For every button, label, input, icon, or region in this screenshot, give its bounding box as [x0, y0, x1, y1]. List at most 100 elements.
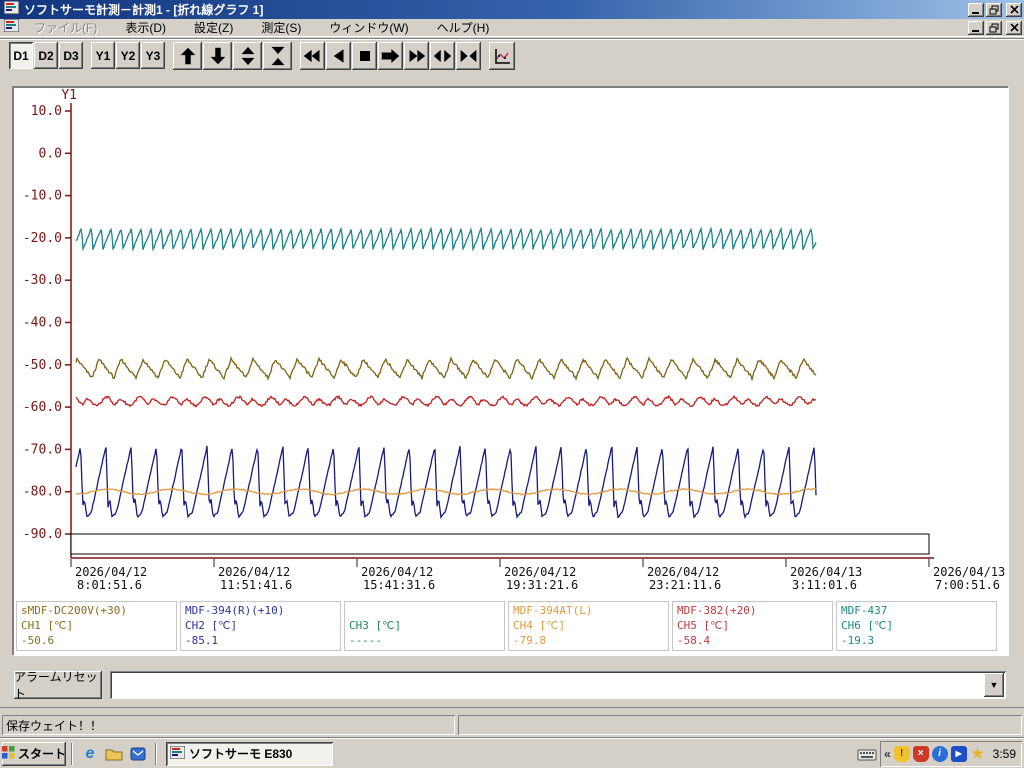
chevron-left-icon[interactable]: «	[884, 747, 891, 761]
svg-text:23:21:11.6: 23:21:11.6	[649, 578, 721, 592]
alarm-panel: アラームリセット ▼	[0, 660, 1024, 708]
legend-cell-ch3[interactable]: CH3 [℃]-----	[344, 601, 505, 651]
channel-legend: sMDF-DC200V(+30)CH1 [℃]-50.6 MDF-394(R)(…	[16, 601, 1006, 651]
alarm-reset-button[interactable]: アラームリセット	[14, 671, 102, 699]
legend-cell-ch1[interactable]: sMDF-DC200V(+30)CH1 [℃]-50.6	[16, 601, 177, 651]
compress-horizontal-button[interactable]	[456, 42, 481, 70]
expand-horizontal-button[interactable]	[430, 42, 455, 70]
svg-text:0.0: 0.0	[39, 146, 62, 161]
scroll-up-button[interactable]	[173, 42, 202, 70]
ch4-name: MDF-394AT(L)	[513, 603, 664, 618]
alarm-combobox[interactable]: ▼	[110, 671, 1006, 699]
mdi-minimize-button[interactable]	[968, 21, 984, 35]
scroll-down-button[interactable]	[203, 42, 232, 70]
ch5-name: MDF-382(+20)	[677, 603, 828, 618]
internet-explorer-icon[interactable]: e	[80, 744, 100, 764]
keyboard-icon[interactable]	[854, 743, 880, 765]
d1-button[interactable]: D1	[9, 42, 33, 69]
step-back-button[interactable]	[326, 42, 351, 70]
star-icon[interactable]: ★	[970, 746, 986, 762]
svg-text:15:41:31.6: 15:41:31.6	[363, 578, 435, 592]
y2-button[interactable]: Y2	[116, 42, 140, 69]
svg-text:2026/04/12: 2026/04/12	[75, 565, 147, 579]
menu-file[interactable]: ファイル(F)	[27, 18, 104, 37]
menu-measure[interactable]: 測定(S)	[254, 18, 308, 37]
svg-text:-80.0: -80.0	[23, 485, 62, 500]
mdi-restore-button[interactable]	[986, 21, 1002, 35]
legend-cell-ch4[interactable]: MDF-394AT(L)CH4 [℃]-79.8	[508, 601, 669, 651]
expand-vertical-button[interactable]	[233, 42, 262, 70]
svg-text:10.0: 10.0	[31, 104, 62, 119]
menu-help[interactable]: ヘルプ(H)	[430, 18, 497, 37]
compress-vertical-button[interactable]	[263, 42, 292, 70]
triangles-out-vertical-icon	[237, 45, 259, 67]
outlook-icon[interactable]	[128, 744, 148, 764]
window-title: ソフトサーモ計測－計測1 - [折れ線グラフ 1]	[24, 1, 966, 18]
status-message: 保存ウェイト！！	[2, 715, 455, 735]
start-button[interactable]: スタート	[2, 742, 66, 766]
info-balloon-icon[interactable]: i	[932, 746, 948, 762]
app-icon	[170, 746, 185, 762]
svg-text:2026/04/13: 2026/04/13	[933, 565, 1005, 579]
legend-cell-ch6[interactable]: MDF-437CH6 [℃]-19.3	[836, 601, 997, 651]
arrow-up-icon	[177, 45, 199, 67]
svg-text:3:11:01.6: 3:11:01.6	[792, 578, 857, 592]
menu-view[interactable]: 表示(D)	[118, 18, 173, 37]
legend-cell-ch5[interactable]: MDF-382(+20)CH5 [℃]-58.4	[672, 601, 833, 651]
ch6-value: -19.3	[841, 633, 992, 648]
double-right-icon	[406, 47, 427, 65]
folder-icon[interactable]	[104, 744, 124, 764]
mini-chart-icon	[492, 46, 512, 66]
task-button-softthermo[interactable]: ソフトサーモ E830	[166, 742, 333, 766]
alarm-combobox-field[interactable]	[110, 671, 1006, 699]
status-bar: 保存ウェイト！！	[0, 712, 1024, 738]
title-bar: ソフトサーモ計測－計測1 - [折れ線グラフ 1]	[0, 0, 1024, 19]
triangles-out-horizontal-icon	[432, 47, 453, 65]
y3-button[interactable]: Y3	[141, 42, 165, 69]
d3-button[interactable]: D3	[59, 42, 83, 69]
y1-button[interactable]: Y1	[91, 42, 115, 69]
svg-text:8:01:51.6: 8:01:51.6	[77, 578, 142, 592]
ch1-label: CH1 [℃]	[21, 618, 172, 633]
svg-text:Y1: Y1	[61, 88, 77, 103]
security-error-icon[interactable]: ×	[913, 746, 929, 762]
close-button[interactable]	[1006, 3, 1022, 17]
d2-button[interactable]: D2	[34, 42, 58, 69]
play-forward-button[interactable]	[378, 42, 403, 70]
restore-button[interactable]	[986, 3, 1002, 17]
combobox-dropdown-button[interactable]: ▼	[984, 673, 1004, 697]
fast-forward-button[interactable]	[404, 42, 429, 70]
legend-cell-ch2[interactable]: MDF-394(R)(+10)CH2 [℃]-85.1	[180, 601, 341, 651]
svg-text:2026/04/12: 2026/04/12	[647, 565, 719, 579]
menu-settings[interactable]: 設定(Z)	[187, 18, 240, 37]
ch2-value: -85.1	[185, 633, 336, 648]
svg-text:-20.0: -20.0	[23, 231, 62, 246]
stop-button[interactable]	[352, 42, 377, 70]
svg-text:-30.0: -30.0	[23, 273, 62, 288]
svg-text:-70.0: -70.0	[23, 442, 62, 457]
stop-square-icon	[357, 48, 373, 64]
menu-window[interactable]: ウィンドウ(W)	[322, 18, 415, 37]
taskbar-separator	[71, 743, 73, 765]
svg-text:2026/04/12: 2026/04/12	[504, 565, 576, 579]
taskbar-clock: 3:59	[993, 747, 1016, 761]
taskbar-separator	[155, 743, 157, 765]
media-play-icon[interactable]: ▶	[951, 746, 967, 762]
mdi-child-icon[interactable]	[4, 19, 19, 37]
security-warning-icon[interactable]: !	[894, 746, 910, 762]
svg-text:-50.0: -50.0	[23, 358, 62, 373]
arrow-down-icon	[207, 45, 229, 67]
ch5-value: -58.4	[677, 633, 828, 648]
ch6-name: MDF-437	[841, 603, 992, 618]
minimize-button[interactable]	[968, 3, 984, 17]
svg-text:19:31:21.6: 19:31:21.6	[506, 578, 578, 592]
svg-text:11:51:41.6: 11:51:41.6	[220, 578, 292, 592]
ch3-label: CH3 [℃]	[349, 618, 500, 633]
arrow-right-icon	[380, 47, 401, 65]
line-graph-panel: Y110.00.0-10.0-20.0-30.0-40.0-50.0-60.0-…	[12, 86, 1009, 656]
rewind-button[interactable]	[300, 42, 325, 70]
mdi-close-button[interactable]	[1006, 21, 1022, 35]
ch3-name	[349, 603, 500, 618]
graph-view-button[interactable]	[489, 42, 515, 70]
ch4-value: -79.8	[513, 633, 664, 648]
